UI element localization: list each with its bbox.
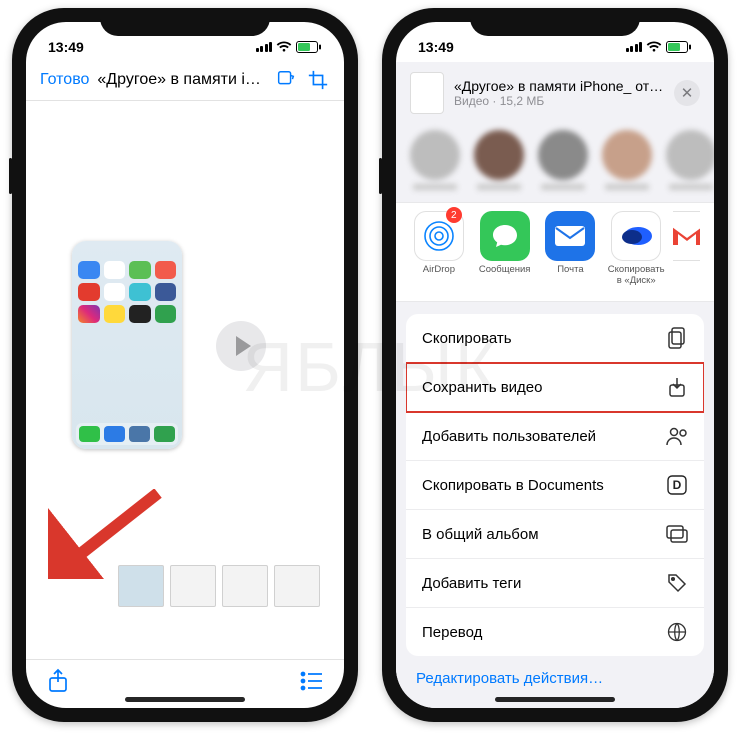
action-translate[interactable]: Перевод [406,608,704,656]
app-messages[interactable]: Сообщения [476,211,534,287]
share-sheet: «Другое» в памяти iPhone_ откуда б... Ви… [396,62,714,708]
status-time: 13:49 [48,39,84,55]
action-copy[interactable]: Скопировать [406,314,704,363]
file-subtitle: Видео · 15,2 МБ [454,94,664,108]
share-icon[interactable] [46,669,70,693]
app-airdrop[interactable]: 2 AirDrop [410,211,468,287]
cellular-icon [256,42,273,52]
airdrop-badge: 2 [446,207,462,223]
wifi-icon [276,41,292,53]
iphone-right: 13:49 «Другое» в памяти iPhone_ откуда б… [382,8,728,722]
video-thumbnail[interactable] [72,241,182,449]
markup-icon[interactable] [274,68,298,92]
messages-icon [480,211,530,261]
notch [470,8,640,36]
edit-actions-button[interactable]: Редактировать действия… [396,656,714,701]
gmail-icon [673,211,700,261]
battery-icon [296,41,322,53]
cellular-icon [626,42,643,52]
iphone-left: 13:49 Готово «Другое» в памяти iPh... [12,8,358,722]
actions-list: Скопировать Сохранить видео Добавить пол… [406,314,704,656]
action-add-people[interactable]: Добавить пользователей [406,412,704,461]
mail-icon [545,211,595,261]
notch [100,8,270,36]
action-add-tags[interactable]: Добавить теги [406,559,704,608]
copy-icon [666,327,688,349]
app-yandex-disk[interactable]: Скопировать в «Диск» [607,211,665,287]
airdrop-contacts[interactable] [396,124,714,202]
action-shared-album[interactable]: В общий альбом [406,510,704,559]
action-copy-documents[interactable]: Скопировать в Documents D [406,461,704,510]
battery-icon [666,41,692,53]
home-indicator[interactable] [495,697,615,702]
action-save-video[interactable]: Сохранить видео [406,363,704,412]
file-thumbnail [410,72,444,114]
shared-album-icon [666,523,688,545]
crop-icon[interactable] [306,68,330,92]
documents-app-icon: D [666,474,688,496]
nav-bar: Готово «Другое» в памяти iPh... [26,62,344,100]
play-button[interactable] [216,321,266,371]
status-time: 13:49 [418,39,454,55]
list-icon[interactable] [300,669,324,693]
done-button[interactable]: Готово [40,71,89,89]
tag-icon [666,572,688,594]
download-icon [666,376,688,398]
app-mail[interactable]: Почта [542,211,600,287]
document-title: «Другое» в памяти iPh... [97,71,266,89]
app-gmail[interactable] [673,211,700,287]
add-people-icon [666,425,688,447]
annotation-arrow [48,489,168,579]
home-indicator[interactable] [125,697,245,702]
disk-icon [611,211,661,261]
globe-icon [666,621,688,643]
wifi-icon [646,41,662,53]
close-icon[interactable]: ✕ [674,80,700,106]
svg-text:D: D [673,478,682,492]
preview-area [26,101,344,659]
file-title: «Другое» в памяти iPhone_ откуда б... [454,78,664,94]
